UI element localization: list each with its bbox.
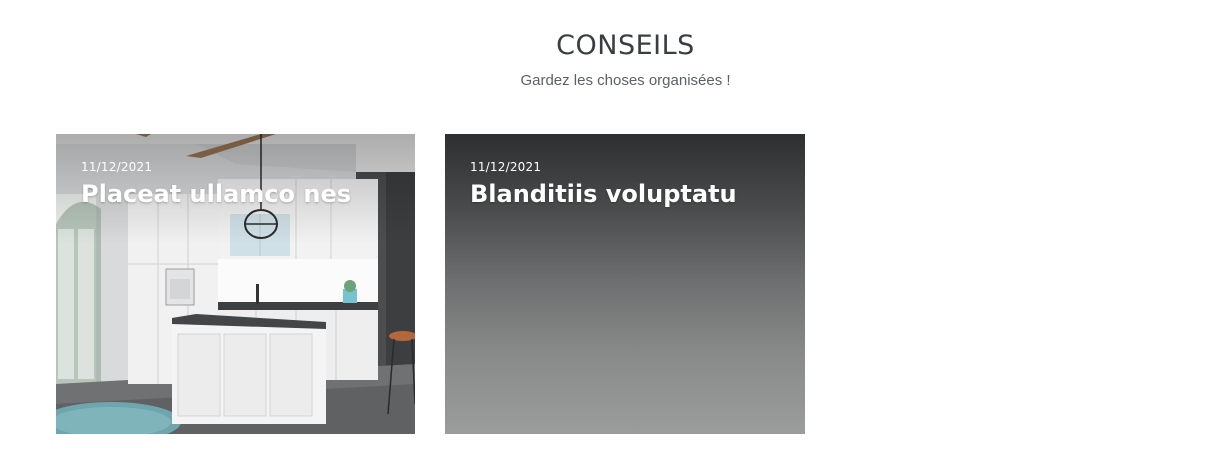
article-date: 11/12/2021 (470, 160, 542, 174)
article-card[interactable]: 11/12/2021 Blanditiis voluptatu (445, 134, 805, 434)
kitchen-photo (56, 134, 415, 434)
section-subtitle: Gardez les choses organisées ! (520, 72, 731, 89)
article-title[interactable]: Blanditiis voluptatu (470, 180, 737, 208)
article-card[interactable]: 11/12/2021 Placeat ullamco nes (56, 134, 415, 434)
section-title: CONSEILS (556, 30, 695, 61)
article-date: 11/12/2021 (81, 160, 153, 174)
article-title[interactable]: Placeat ullamco nes (81, 180, 351, 208)
gradient-placeholder (445, 134, 805, 434)
